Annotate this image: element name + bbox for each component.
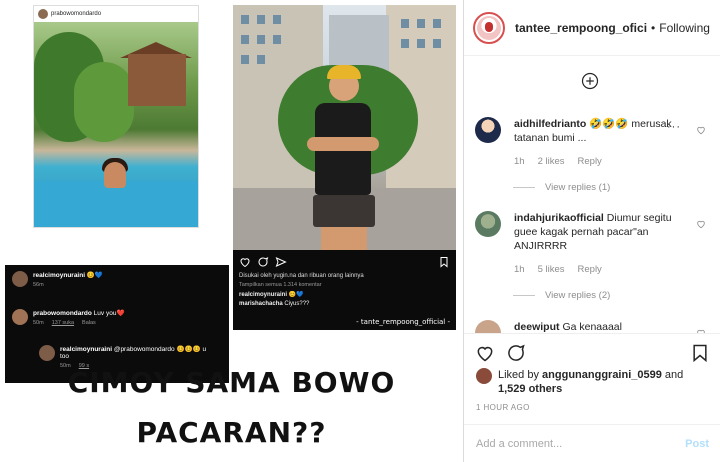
avatar	[39, 345, 55, 361]
avatar	[12, 271, 28, 287]
bookmark-icon	[440, 257, 448, 268]
view-replies-button[interactable]: View replies (1)	[513, 182, 610, 193]
headline-line-2: PACARAN??	[136, 416, 327, 449]
liked-by: Liked by anggunanggraini_0599 and 1,529 …	[476, 368, 711, 396]
street-reply: marishachacha Ciyus???	[239, 301, 310, 307]
avatar[interactable]	[476, 368, 492, 384]
add-comment-bar: Post	[464, 424, 720, 462]
liked-by-user[interactable]: anggunanggraini_0599	[542, 369, 662, 381]
street-view-comments: Tampilkan semua 1.314 komentar	[239, 282, 322, 288]
post-actions	[464, 333, 720, 371]
post-header: tantee_rempoong_ofici • Following	[464, 0, 720, 56]
chat-comment: prabowomondardo Luv you❤️ 50m 137 suka Bal…	[12, 309, 125, 326]
liked-by-count[interactable]: 1,529 others	[498, 383, 562, 395]
comment-likes[interactable]: 2 likes	[538, 156, 565, 167]
comment-icon[interactable]	[506, 343, 526, 363]
comment-time: 1h	[514, 156, 525, 167]
avatar	[12, 309, 28, 325]
liked-by-prefix: Liked by	[498, 369, 539, 381]
chat-comment: realcimoynuraini 😊💙 56m	[12, 271, 103, 288]
comment-username[interactable]: indahjurikaofficial	[514, 212, 604, 224]
avatar[interactable]	[475, 117, 501, 143]
comment-time: 1h	[514, 264, 525, 275]
following-button[interactable]: Following	[659, 21, 710, 35]
street-photo	[233, 5, 456, 250]
share-icon	[275, 257, 287, 267]
avatar[interactable]	[475, 320, 501, 333]
comment-input[interactable]	[476, 437, 686, 450]
post-button[interactable]: Post	[685, 438, 709, 450]
reply-button[interactable]: Reply	[578, 264, 602, 275]
reply-button[interactable]: Reply	[578, 156, 602, 167]
watermark: - tante_rempoong_official -	[356, 318, 450, 326]
post-time: 1 HOUR AGO	[476, 403, 530, 412]
separator-dot: •	[651, 20, 656, 35]
pool-photo	[34, 22, 198, 227]
pool-post-header: prabowomondardo	[34, 6, 198, 22]
liked-by-and: and	[664, 369, 684, 381]
comment-username[interactable]: deewiput	[514, 321, 560, 333]
comment-text: Ga kenaaaal	[562, 321, 622, 333]
avatar[interactable]	[473, 11, 505, 44]
comment-clip: deewiput Ga kenaaaal	[464, 318, 720, 333]
avatar[interactable]	[475, 211, 501, 237]
view-replies-button[interactable]: View replies (2)	[513, 290, 610, 301]
street-caption: realcimoynuraini 😊💙	[239, 292, 304, 298]
street-post-footer: Disukai oleh yugin.na dan ribuan orang l…	[233, 250, 456, 330]
pool-post-username: prabowomondardo	[51, 11, 102, 17]
avatar	[38, 9, 48, 19]
heart-icon[interactable]	[696, 219, 706, 229]
comment-icon	[258, 257, 269, 267]
comments-panel: tantee_rempoong_ofici • Following aidhil…	[463, 0, 720, 462]
collage-image: prabowomondardo Disukai oleh yugin.na da…	[0, 0, 463, 462]
plus-circle-icon[interactable]	[581, 72, 599, 90]
heart-icon[interactable]	[696, 125, 706, 135]
pool-photo-post: prabowomondardo	[33, 5, 199, 228]
heart-icon[interactable]	[475, 343, 495, 363]
street-liked-by: Disukai oleh yugin.na dan ribuan orang l…	[239, 273, 364, 279]
bookmark-icon[interactable]	[690, 343, 710, 363]
headline-line-1: CIMOY SAMA BOWO	[67, 366, 396, 399]
heart-icon	[240, 258, 250, 268]
more-options-icon[interactable]: ···	[667, 121, 681, 133]
comment-likes[interactable]: 5 likes	[538, 264, 565, 275]
comment-username[interactable]: aidhilfedrianto	[514, 118, 586, 130]
post-author-username[interactable]: tantee_rempoong_ofici	[515, 21, 647, 35]
